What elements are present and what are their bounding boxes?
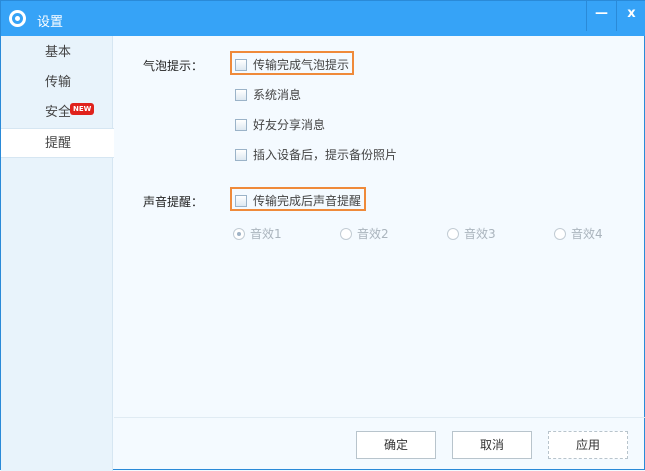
sidebar-item-label: 安全 bbox=[45, 105, 72, 120]
apply-button[interactable]: 应用 bbox=[548, 431, 628, 459]
sidebar-item-label: 基本 bbox=[45, 45, 72, 60]
checkbox-friend-share[interactable]: 好友分享消息 bbox=[235, 116, 325, 133]
checkbox-system-message[interactable]: 系统消息 bbox=[235, 86, 301, 103]
radio-effect-4[interactable]: 音效4 bbox=[554, 225, 603, 242]
title-bar: 设置 — x bbox=[1, 1, 645, 36]
checkbox-label: 好友分享消息 bbox=[253, 118, 326, 132]
checkbox-label: 插入设备后，提示备份照片 bbox=[253, 148, 398, 162]
radio-label: 音效4 bbox=[571, 227, 603, 241]
radio-label: 音效2 bbox=[357, 227, 389, 241]
radio-effect-3[interactable]: 音效3 bbox=[447, 225, 496, 242]
sound-label: 声音提醒： bbox=[143, 195, 204, 209]
close-button[interactable]: x bbox=[616, 1, 645, 31]
sidebar-item-security[interactable]: 安全 NEW bbox=[1, 98, 113, 128]
radio-icon bbox=[233, 227, 245, 240]
cancel-button[interactable]: 取消 bbox=[452, 431, 532, 459]
sidebar-item-transfer[interactable]: 传输 bbox=[1, 68, 113, 98]
checkbox-sound-reminder[interactable]: 传输完成后声音提醒 bbox=[235, 192, 361, 209]
sidebar: 基本 传输 安全 NEW 提醒 bbox=[1, 36, 114, 471]
checkbox-backup-photos[interactable]: 插入设备后，提示备份照片 bbox=[235, 146, 397, 163]
radio-icon bbox=[554, 227, 566, 240]
radio-icon bbox=[340, 227, 352, 240]
radio-label: 音效1 bbox=[250, 227, 282, 241]
minimize-button[interactable]: — bbox=[586, 1, 616, 31]
checkbox-icon bbox=[235, 88, 247, 101]
checkbox-icon bbox=[235, 148, 247, 161]
sidebar-item-reminder[interactable]: 提醒 bbox=[1, 128, 114, 158]
ok-button[interactable]: 确定 bbox=[356, 431, 436, 459]
checkbox-label: 传输完成气泡提示 bbox=[253, 58, 350, 72]
sidebar-item-label: 传输 bbox=[45, 75, 72, 90]
radio-effect-2[interactable]: 音效2 bbox=[340, 225, 389, 242]
checkbox-label: 传输完成后声音提醒 bbox=[253, 194, 362, 208]
footer-divider bbox=[114, 417, 645, 418]
checkbox-icon bbox=[235, 118, 247, 131]
sidebar-item-label: 提醒 bbox=[45, 136, 72, 151]
gear-icon bbox=[9, 10, 26, 27]
radio-effect-1[interactable]: 音效1 bbox=[233, 225, 282, 242]
sidebar-item-basic[interactable]: 基本 bbox=[1, 38, 113, 68]
new-badge: NEW bbox=[70, 103, 95, 115]
window-title: 设置 bbox=[37, 15, 64, 30]
radio-label: 音效3 bbox=[464, 227, 496, 241]
radio-icon bbox=[447, 227, 459, 240]
bubble-label: 气泡提示： bbox=[143, 59, 204, 73]
checkbox-transfer-bubble[interactable]: 传输完成气泡提示 bbox=[235, 56, 349, 73]
checkbox-label: 系统消息 bbox=[253, 88, 302, 102]
checkbox-icon bbox=[235, 194, 247, 207]
checkbox-icon bbox=[235, 58, 247, 71]
